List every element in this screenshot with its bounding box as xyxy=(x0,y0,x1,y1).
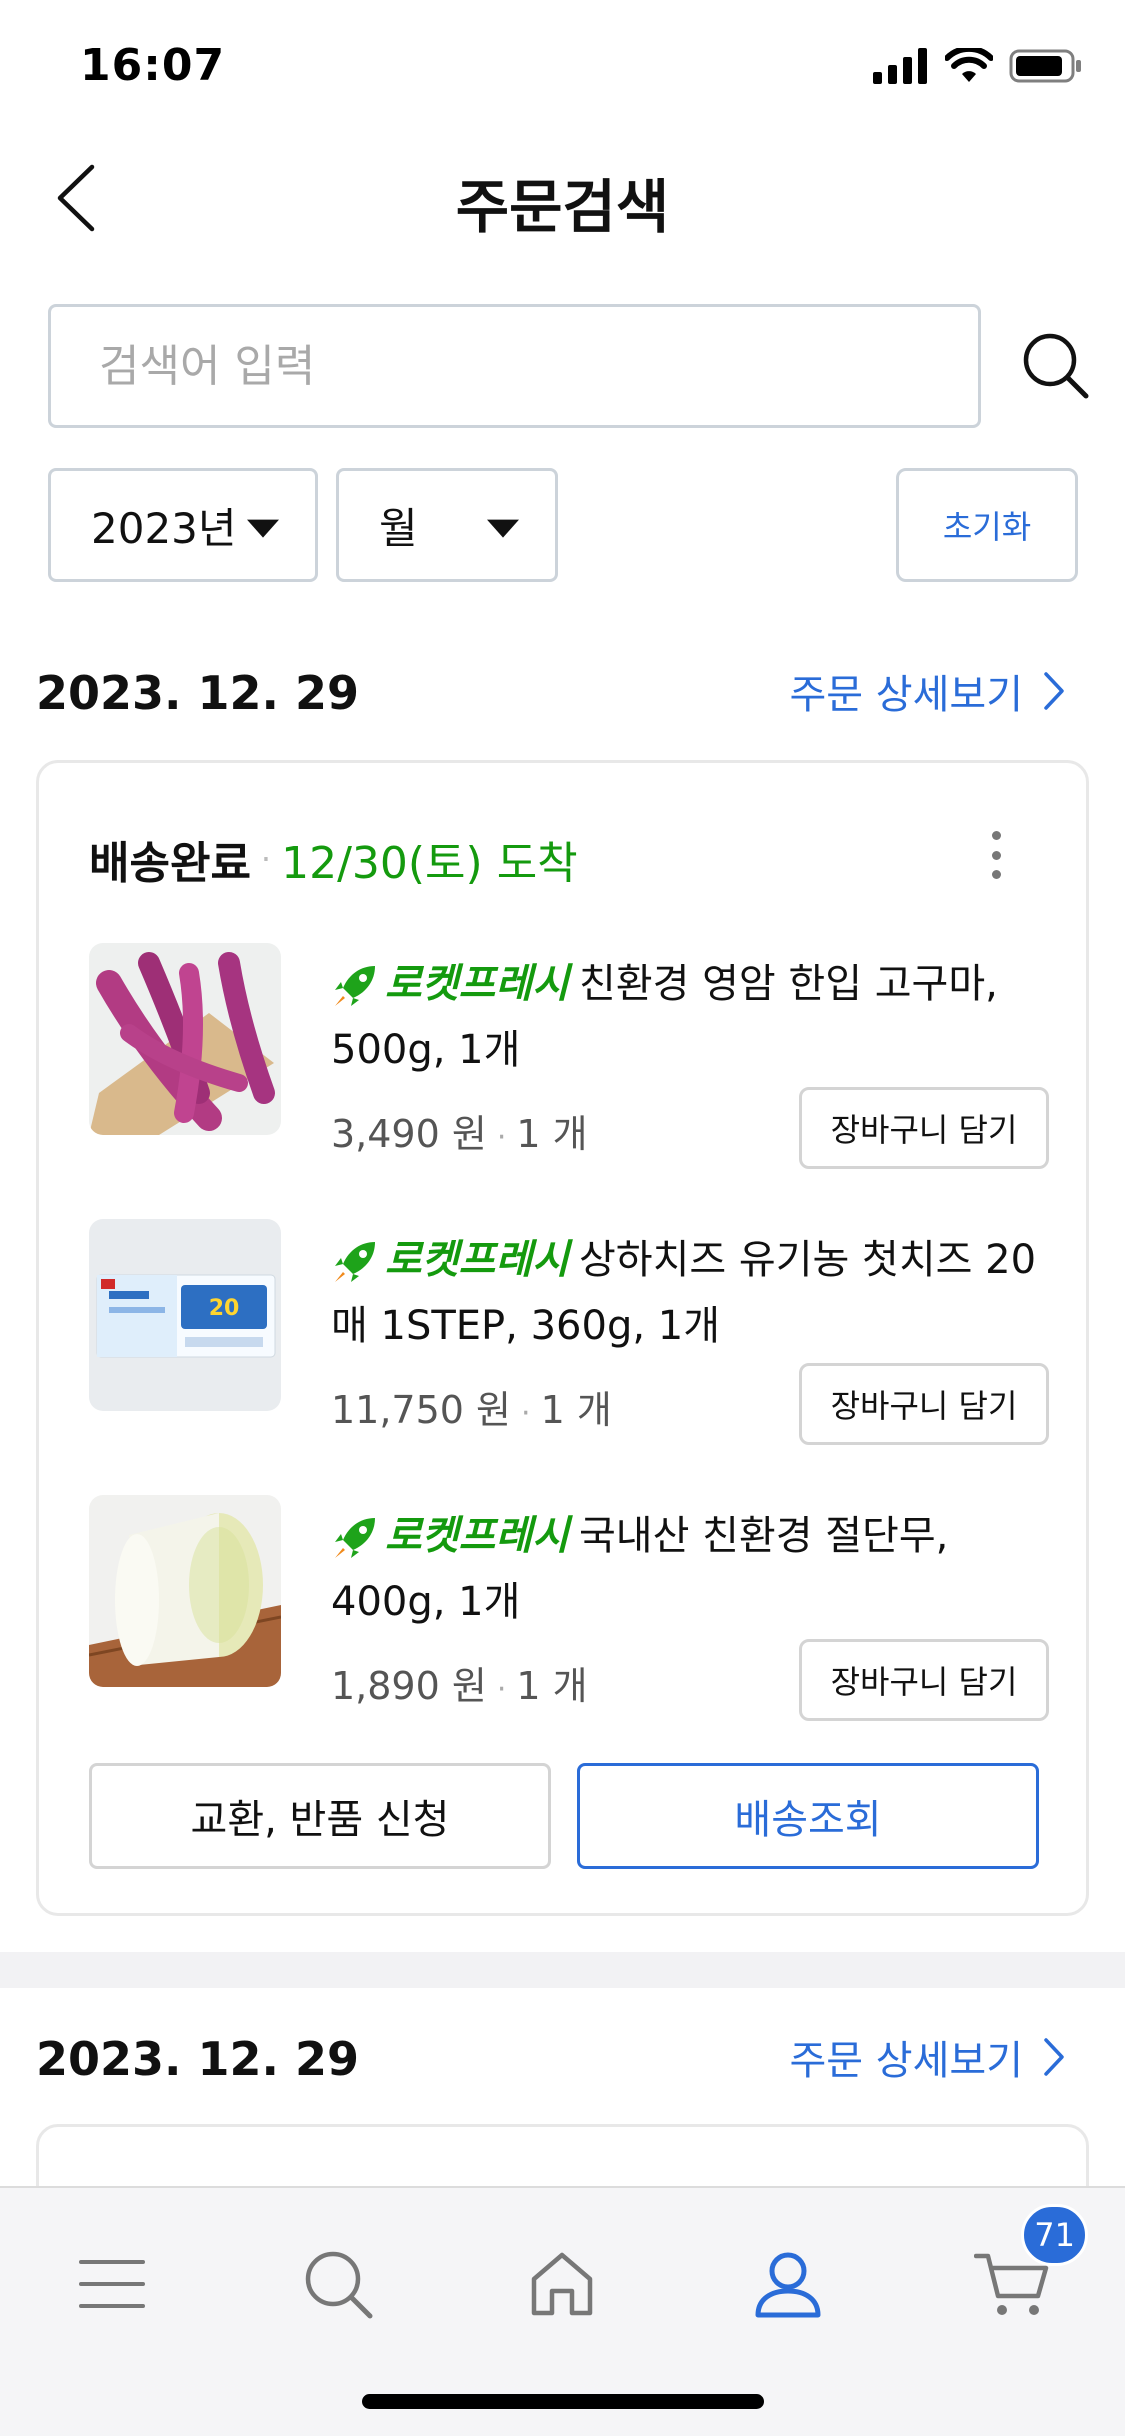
home-indicator xyxy=(362,2394,764,2409)
product-thumbnail[interactable] xyxy=(89,943,281,1135)
order-card: 배송완료 · 12/30(토) 도착 로켓프레시 친환경 영암 한입 고구마, … xyxy=(36,760,1089,1916)
delivery-status-label: 배송완료 xyxy=(89,838,251,889)
product-title[interactable]: 로켓프레시 친환경 영암 한입 고구마, 500g, 1개 xyxy=(331,951,1051,1083)
cart-badge: 71 xyxy=(1021,2204,1088,2266)
reset-button[interactable]: 초기화 xyxy=(896,468,1078,582)
menu-icon xyxy=(79,2260,145,2308)
more-vertical-icon xyxy=(991,831,1001,840)
signal-icon xyxy=(873,48,927,84)
month-select-value: 월 xyxy=(379,503,418,553)
rocket-icon xyxy=(335,966,375,1006)
exchange-return-button[interactable]: 교환, 반품 신청 xyxy=(89,1763,551,1869)
order-detail-label: 주문 상세보기 xyxy=(789,2038,1023,2084)
search-icon xyxy=(305,2251,373,2319)
price-value: 1,890 원 xyxy=(331,1664,487,1708)
price-value: 3,490 원 xyxy=(331,1112,487,1156)
battery-icon xyxy=(1009,49,1081,83)
section-divider xyxy=(0,1952,1125,1988)
radish-image xyxy=(89,1495,281,1687)
page-title: 주문검색 xyxy=(455,173,670,241)
order-date: 2023. 12. 29 xyxy=(36,2032,360,2086)
track-delivery-button[interactable]: 배송조회 xyxy=(577,1763,1039,1869)
product-price: 11,750 원 · 1 개 xyxy=(331,1388,612,1432)
product-price: 1,890 원 · 1 개 xyxy=(331,1664,588,1708)
tab-search[interactable] xyxy=(288,2234,388,2334)
tab-menu[interactable] xyxy=(62,2234,162,2334)
order-date: 2023. 12. 29 xyxy=(36,666,360,720)
rocket-fresh-badge: 로켓프레시 xyxy=(385,961,569,1007)
quantity-value: 1 개 xyxy=(516,1664,588,1708)
rocket-fresh-badge: 로켓프레시 xyxy=(385,1237,569,1283)
quantity-value: 1 개 xyxy=(540,1388,612,1432)
order-detail-label: 주문 상세보기 xyxy=(789,672,1023,718)
caret-down-icon xyxy=(247,519,279,538)
product-title[interactable]: 로켓프레시 국내산 친환경 절단무, 400g, 1개 xyxy=(331,1503,1051,1635)
sweet-potato-image xyxy=(89,943,281,1135)
order-detail-link[interactable]: 주문 상세보기 xyxy=(789,2028,1065,2086)
add-to-cart-button[interactable]: 장바구니 담기 xyxy=(799,1363,1049,1445)
home-icon xyxy=(531,2252,593,2316)
product-thumbnail[interactable]: 20 xyxy=(89,1219,281,1411)
status-icons xyxy=(873,48,1083,84)
more-options-button[interactable] xyxy=(976,825,1016,885)
rocket-icon xyxy=(335,1518,375,1558)
delivery-status: 배송완료 · 12/30(토) 도착 xyxy=(89,827,578,891)
rocket-fresh-badge: 로켓프레시 xyxy=(385,1513,569,1559)
status-bar: 16:07 xyxy=(0,0,1125,132)
search-input[interactable] xyxy=(48,304,981,428)
product-price: 3,490 원 · 1 개 xyxy=(331,1112,588,1156)
search-button[interactable] xyxy=(1010,320,1100,410)
year-select[interactable]: 2023년 xyxy=(48,468,318,582)
my-page-icon xyxy=(755,2252,821,2318)
quantity-value: 1 개 xyxy=(516,1112,588,1156)
product-thumbnail[interactable] xyxy=(89,1495,281,1687)
chevron-right-icon xyxy=(1044,2038,1064,2076)
price-value: 11,750 원 xyxy=(331,1388,512,1432)
add-to-cart-button[interactable]: 장바구니 담기 xyxy=(799,1087,1049,1169)
order-detail-link[interactable]: 주문 상세보기 xyxy=(789,662,1065,720)
wifi-icon xyxy=(945,48,993,82)
svg-text:20: 20 xyxy=(209,1296,240,1321)
add-to-cart-button[interactable]: 장바구니 담기 xyxy=(799,1639,1049,1721)
month-select[interactable]: 월 xyxy=(336,468,558,582)
arrival-date: 12/30(토) 도착 xyxy=(281,838,578,889)
search-icon xyxy=(1023,333,1089,399)
header: 주문검색 xyxy=(0,140,1125,250)
year-select-value: 2023년 xyxy=(91,503,237,553)
chevron-right-icon xyxy=(1044,672,1064,710)
cheese-package-image: 20 xyxy=(89,1219,281,1411)
tab-cart[interactable]: 71 xyxy=(962,2204,1088,2334)
order-item: 로켓프레시 친환경 영암 한입 고구마, 500g, 1개 3,490 원 · 1 개… xyxy=(89,943,1049,1183)
order-item: 로켓프레시 국내산 친환경 절단무, 400g, 1개 1,890 원 · 1 개 장… xyxy=(89,1495,1049,1735)
product-title[interactable]: 로켓프레시 상하치즈 유기농 첫치즈 20매 1STEP, 360g, 1개 xyxy=(331,1227,1051,1359)
tab-home[interactable] xyxy=(512,2234,612,2334)
tab-my-page[interactable] xyxy=(738,2234,838,2334)
rocket-icon xyxy=(335,1242,375,1282)
status-time: 16:07 xyxy=(80,40,226,91)
caret-down-icon xyxy=(487,519,519,538)
order-item: 20 로켓프레시 상하치즈 유기농 첫치즈 20매 1STEP, 360g, 1개… xyxy=(89,1219,1049,1459)
